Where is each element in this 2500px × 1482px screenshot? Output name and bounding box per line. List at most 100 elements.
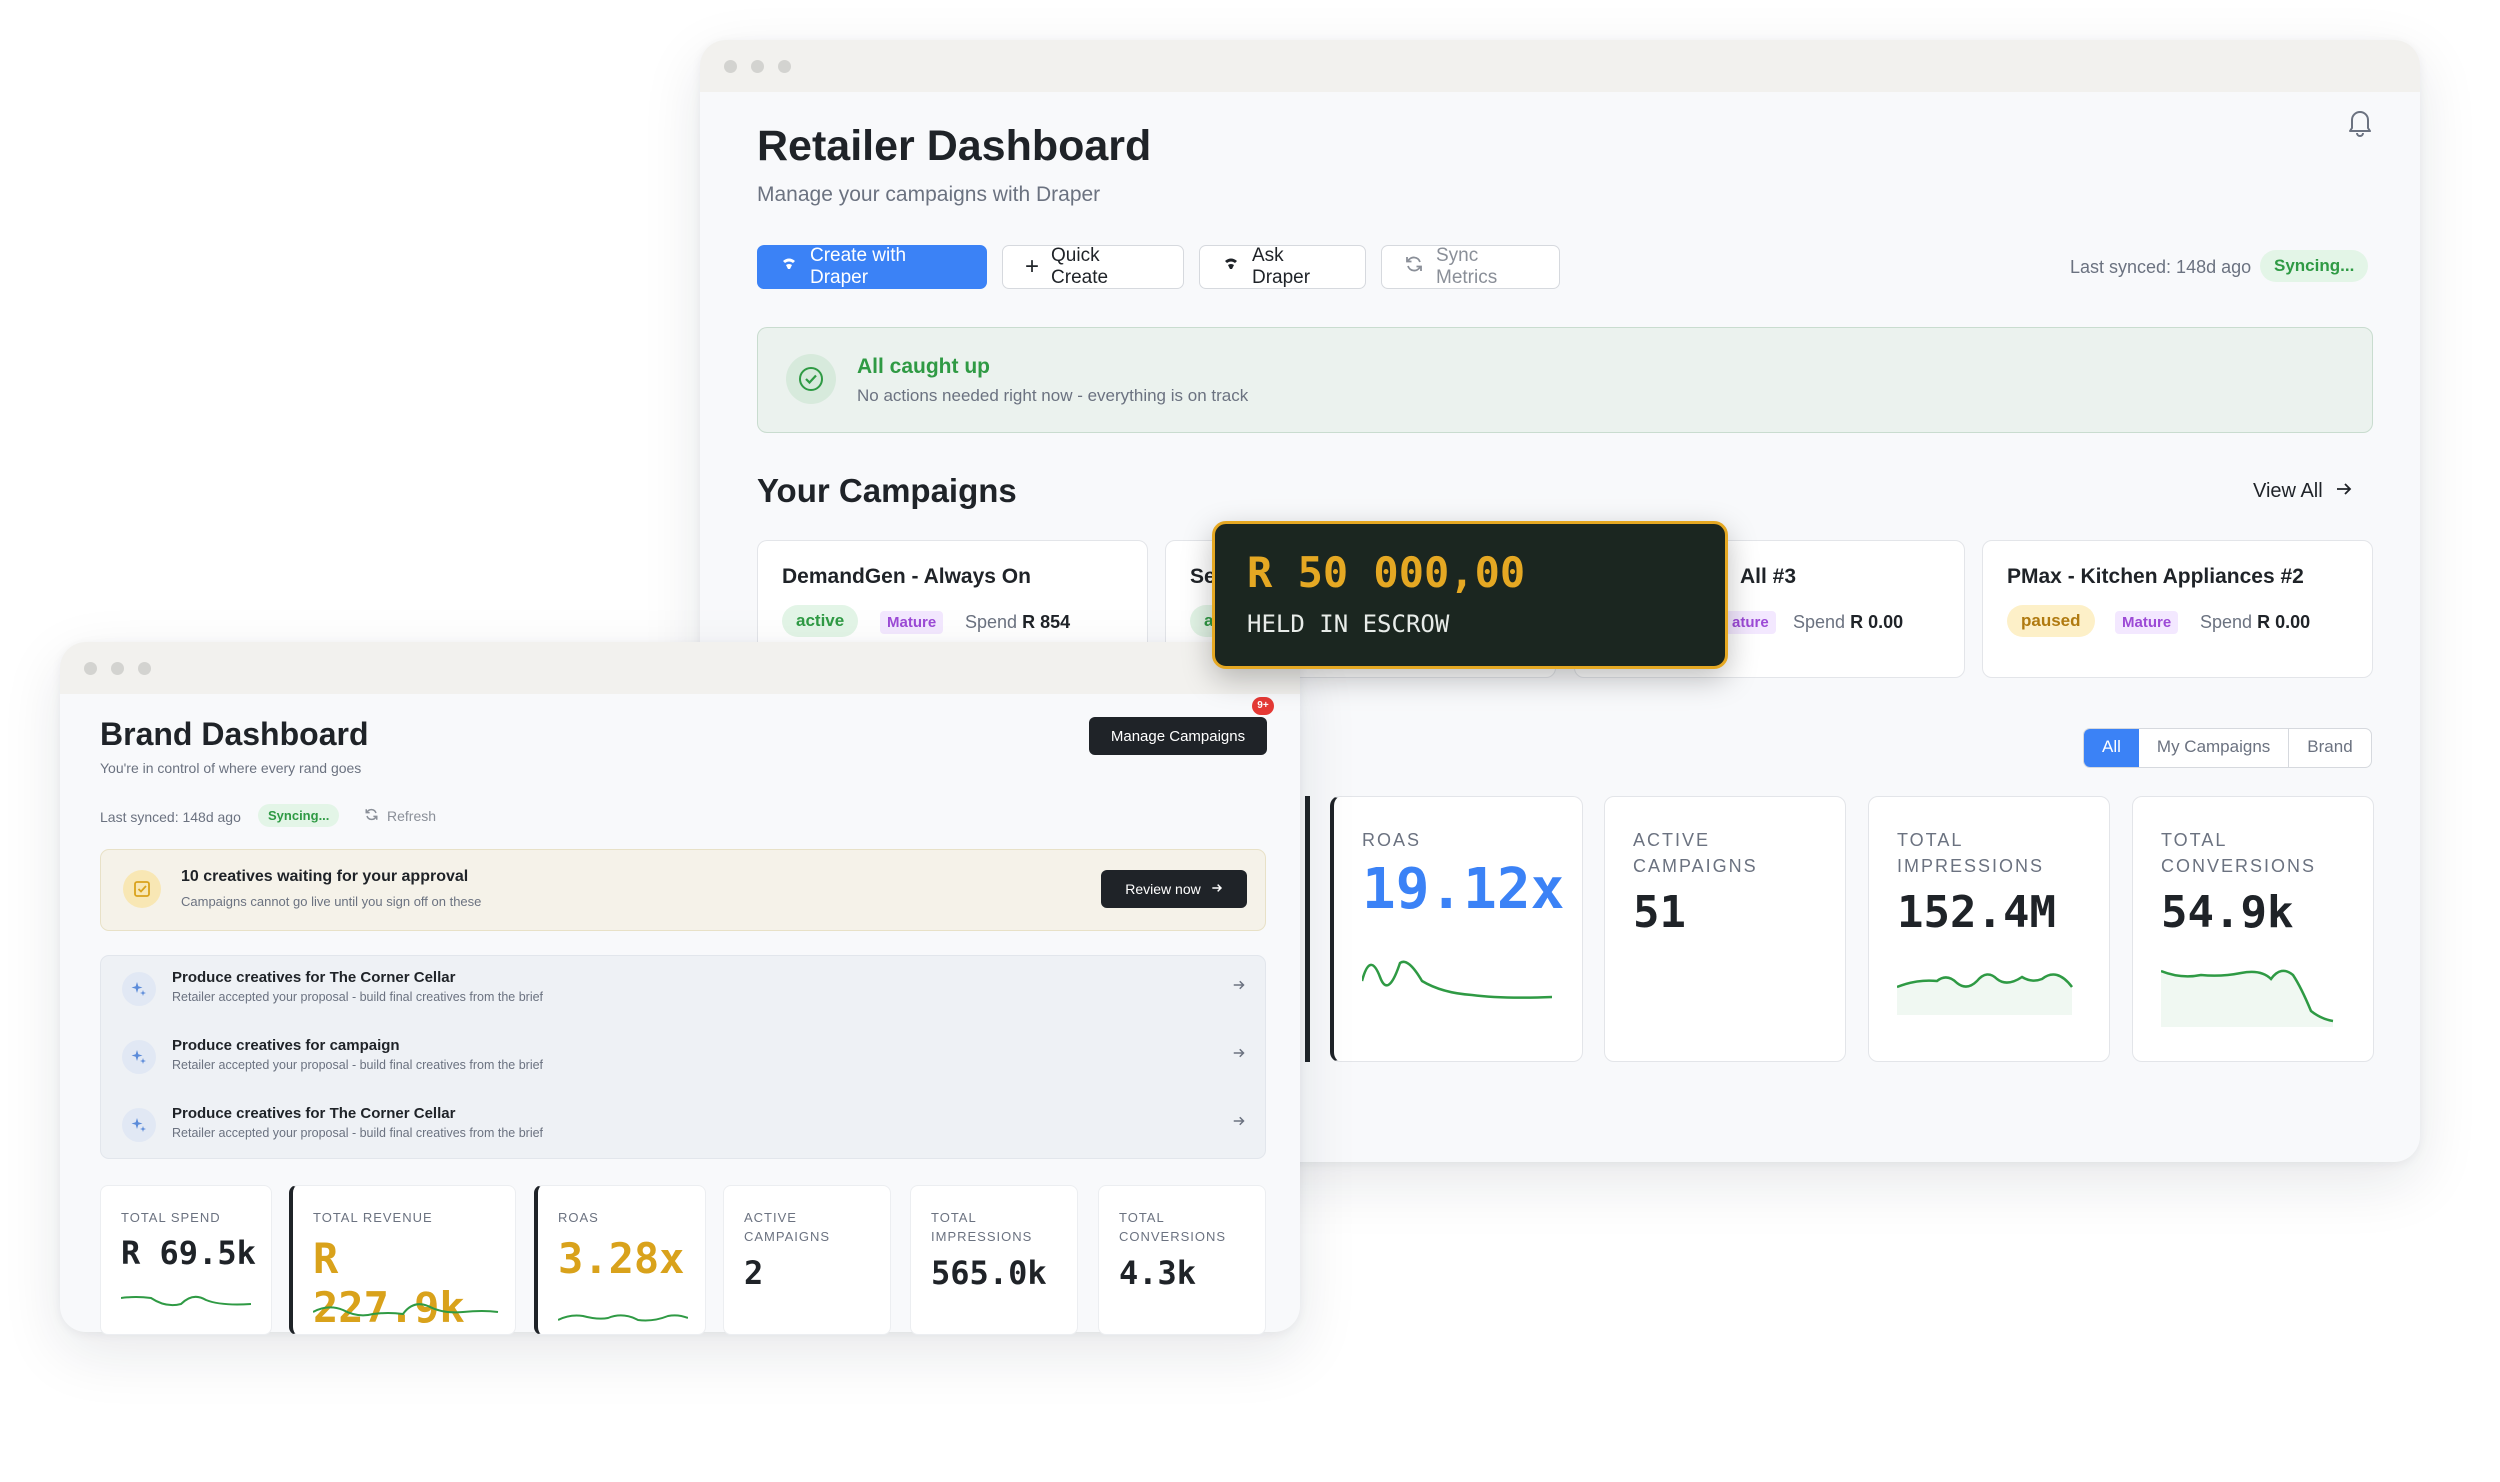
window-dot-icon[interactable] [111, 661, 124, 675]
plus-icon: + [1025, 253, 1040, 280]
stat-label: TOTAL IMPRESSIONS [931, 1210, 1033, 1244]
spend-sparkline [121, 1295, 251, 1307]
window-dot-icon[interactable] [138, 661, 151, 675]
task-text: Retailer accepted your proposal - build … [172, 1126, 544, 1140]
stat-card-active-campaigns: ACTIVE CAMPAIGNS 2 [723, 1185, 891, 1335]
task-text: Retailer accepted your proposal - build … [172, 1058, 544, 1072]
roas-sparkline [558, 1314, 688, 1322]
check-circle-icon [786, 354, 836, 404]
stat-label: ROAS [1362, 830, 1422, 850]
retailer-titlebar [700, 40, 2420, 92]
spend-label: Spend [2200, 612, 2253, 632]
window-dot-icon[interactable] [84, 661, 97, 675]
review-now-button[interactable]: Review now [1101, 870, 1247, 908]
ask-draper-button[interactable]: Ask Draper [1199, 245, 1366, 289]
escrow-amount: R 50 000,00 [1247, 548, 1526, 597]
quick-create-label: Quick Create [1051, 245, 1109, 288]
banner-title: All caught up [857, 355, 990, 378]
stat-label: ROAS [558, 1210, 599, 1225]
draper-icon [780, 255, 798, 279]
sparkle-icon [122, 1108, 156, 1142]
task-item[interactable]: Produce creatives for The Corner Cellar … [100, 1092, 1266, 1158]
arrow-right-icon [1232, 1046, 1246, 1064]
stat-value: 2 [744, 1254, 764, 1292]
campaign-spend: Spend R 854 [965, 612, 1070, 633]
sync-status-badge: Syncing... [2260, 250, 2369, 282]
campaign-spend: Spend R 0.00 [2200, 612, 2310, 633]
view-all-link[interactable]: View All [2253, 480, 2353, 503]
filter-brand[interactable]: Brand [2289, 729, 2370, 767]
maturity-tag: ature [1725, 611, 1776, 634]
filter-my-campaigns[interactable]: My Campaigns [2139, 729, 2290, 767]
window-dot-icon[interactable] [724, 59, 737, 73]
arrow-right-icon [1232, 978, 1246, 996]
stat-value: 54.9k [2161, 887, 2294, 938]
ask-draper-label: Ask Draper [1252, 245, 1311, 288]
stat-card-roas: ROAS 3.28x [534, 1185, 706, 1335]
stat-label: TOTAL CONVERSIONS [2161, 830, 2317, 876]
stat-label: ACTIVE CAMPAIGNS [744, 1210, 831, 1244]
conversions-sparkline [2161, 969, 2334, 1027]
brand-page-subtitle: You're in control of where every rand go… [100, 760, 362, 776]
filter-all[interactable]: All [2084, 729, 2139, 767]
stat-card-total-revenue: TOTAL REVENUE R 227.9k [289, 1185, 516, 1335]
window-dot-icon[interactable] [751, 59, 764, 73]
quick-create-button[interactable]: + Quick Create [1002, 245, 1184, 289]
arrow-right-icon [1211, 881, 1223, 897]
stat-value: 565.0k [931, 1254, 1047, 1292]
spend-label: Spend [1793, 612, 1846, 632]
task-title: Produce creatives for The Corner Cellar [172, 1105, 456, 1122]
last-synced: Last synced: 148d ago [2070, 257, 2252, 277]
brand-sync-status-badge: Syncing... [258, 804, 340, 827]
brand-page-title: Brand Dashboard [100, 716, 369, 752]
maturity-tag: Mature [2115, 611, 2179, 634]
stat-card-roas [1305, 796, 1310, 1062]
escrow-label: HELD IN ESCROW [1247, 610, 1450, 638]
campaigns-heading: Your Campaigns [757, 472, 1017, 509]
page-title: Retailer Dashboard [757, 122, 1152, 170]
create-with-draper-button[interactable]: Create with Draper [757, 245, 987, 289]
task-item[interactable]: Produce creatives for The Corner Cellar … [100, 956, 1266, 1022]
task-text: Retailer accepted your proposal - build … [172, 990, 544, 1004]
sync-metrics-button[interactable]: Sync Metrics [1381, 245, 1560, 289]
approval-title: 10 creatives waiting for your approval [181, 868, 469, 885]
page-subtitle: Manage your campaigns with Draper [757, 183, 1101, 206]
stat-value: R 69.5k [121, 1234, 256, 1272]
review-now-label: Review now [1125, 881, 1201, 897]
impressions-sparkline [1897, 973, 2073, 1015]
draper-icon [1222, 255, 1240, 279]
checkbox-icon [123, 870, 161, 908]
spend-value: R 0.00 [2257, 612, 2311, 632]
status-badge: active [782, 605, 859, 637]
roas-sparkline [1362, 960, 1552, 999]
campaign-card[interactable]: PMax - Kitchen Appliances #2 paused Matu… [1982, 540, 2373, 678]
stat-value: 51 [1633, 887, 1686, 938]
manage-campaigns-button[interactable]: Manage Campaigns [1089, 717, 1267, 755]
sparkle-icon [122, 1040, 156, 1074]
manage-campaigns-label: Manage Campaigns [1110, 727, 1246, 745]
sync-metrics-label: Sync Metrics [1436, 245, 1498, 288]
campaign-filter: All My Campaigns Brand [2083, 728, 2372, 768]
spend-value: R 854 [1022, 612, 1071, 632]
stat-card-roas: ROAS 19.12x [1330, 796, 1583, 1062]
refresh-button[interactable]: Refresh [364, 807, 436, 825]
campaign-name: DemandGen - Always On [782, 565, 1031, 588]
stat-value: 4.3k [1119, 1254, 1197, 1292]
approval-text: Campaigns cannot go live until you sign … [181, 894, 482, 909]
arrow-right-icon [1232, 1114, 1246, 1132]
stat-value: 3.28x [558, 1234, 685, 1283]
window-dot-icon[interactable] [778, 59, 791, 73]
view-all-label: View All [2253, 480, 2323, 502]
brand-last-synced: Last synced: 148d ago [100, 809, 241, 825]
stat-card-active-campaigns: ACTIVE CAMPAIGNS 51 [1604, 796, 1846, 1062]
bell-icon[interactable] [2347, 107, 2373, 137]
status-badge: paused [2007, 605, 2095, 637]
task-item[interactable]: Produce creatives for campaign Retailer … [100, 1024, 1266, 1090]
stat-label: TOTAL SPEND [121, 1210, 221, 1225]
stat-card-total-impressions: TOTAL IMPRESSIONS 152.4M [1868, 796, 2110, 1062]
brand-titlebar [60, 642, 1300, 694]
create-label: Create with Draper [810, 245, 907, 288]
escrow-card: R 50 000,00 HELD IN ESCROW [1212, 521, 1728, 669]
sparkle-icon [122, 972, 156, 1006]
refresh-icon [364, 807, 379, 825]
